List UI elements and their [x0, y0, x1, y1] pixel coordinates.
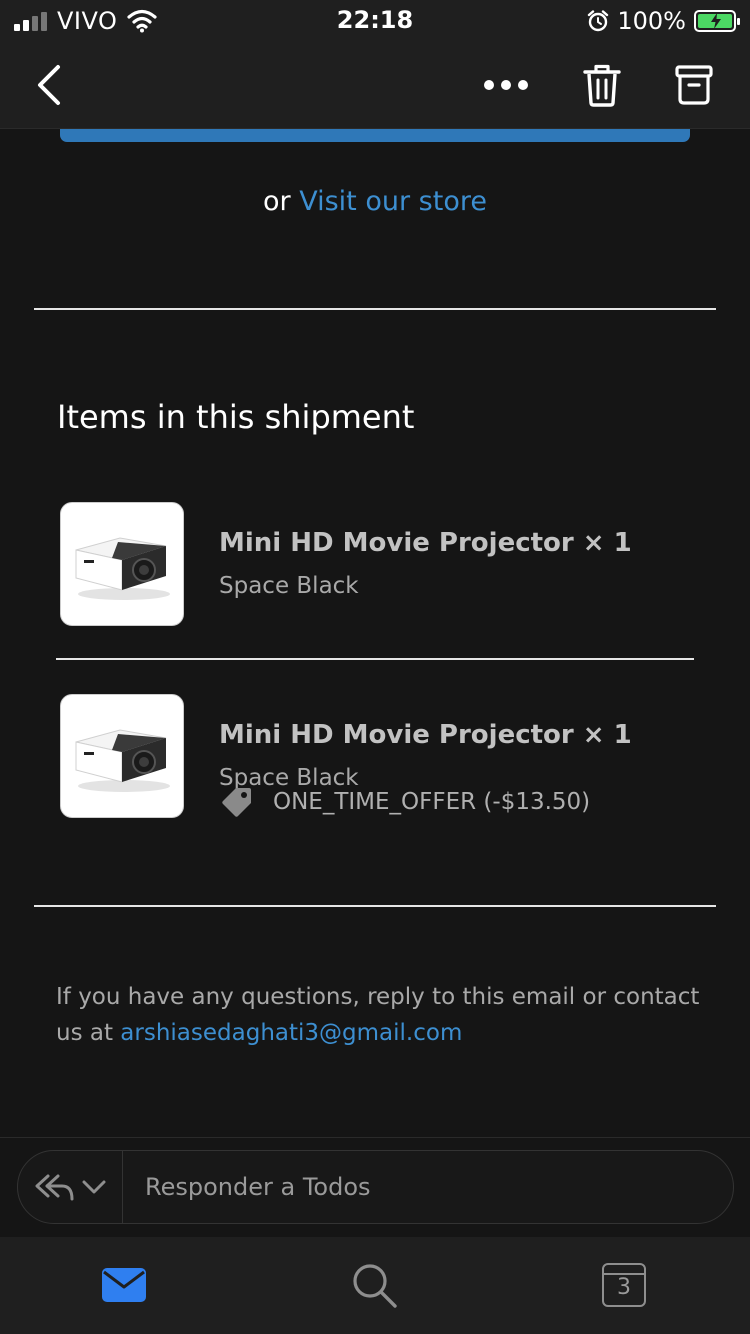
charging-bolt-icon — [711, 13, 721, 29]
projector-image — [75, 537, 170, 600]
trash-icon — [583, 64, 621, 107]
calendar-day: 3 — [617, 1274, 631, 1300]
footer-text: If you have any questions, reply to this… — [56, 979, 706, 1051]
product-thumbnail — [60, 694, 184, 818]
battery-percentage: 100% — [617, 7, 686, 35]
contact-email-link[interactable]: arshiasedaghati3@gmail.com — [120, 1020, 462, 1046]
reply-options-button[interactable] — [18, 1151, 123, 1223]
mail-icon — [102, 1268, 146, 1302]
archive-button[interactable] — [667, 58, 721, 112]
delete-button[interactable] — [575, 58, 629, 112]
reply-all-input[interactable]: Responder a Todos — [145, 1151, 371, 1223]
search-icon — [353, 1264, 397, 1308]
carrier-name: VIVO — [57, 7, 118, 35]
more-horizontal-icon — [484, 80, 528, 90]
tab-bar: 3 — [0, 1237, 750, 1334]
divider — [34, 905, 716, 907]
item-variant: Space Black — [219, 573, 359, 599]
status-bar: VIVO 22:18 100% — [0, 0, 750, 40]
tab-calendar[interactable]: 3 — [594, 1255, 654, 1315]
visit-store-link[interactable]: Visit our store — [299, 186, 487, 217]
battery-icon — [694, 10, 740, 32]
archive-icon — [675, 65, 713, 105]
email-body: or Visit our store Items in this shipmen… — [0, 129, 750, 1137]
item-title: Mini HD Movie Projector × 1 — [219, 720, 632, 750]
tab-mail[interactable] — [94, 1255, 154, 1315]
alarm-icon — [588, 10, 609, 32]
email-nav-bar — [0, 40, 750, 129]
item-discount: ONE_TIME_OFFER (-$13.50) — [219, 782, 590, 822]
chevron-left-icon — [38, 65, 60, 105]
calendar-icon: 3 — [602, 1263, 646, 1307]
status-left: VIVO — [14, 6, 157, 36]
more-button[interactable] — [479, 58, 533, 112]
reply-area: Responder a Todos — [0, 1137, 750, 1237]
section-title: Items in this shipment — [57, 398, 415, 436]
item-title: Mini HD Movie Projector × 1 — [219, 528, 632, 558]
tag-icon — [222, 788, 251, 817]
view-order-button[interactable] — [60, 129, 690, 142]
divider — [34, 308, 716, 310]
store-line: or Visit our store — [0, 186, 750, 217]
store-prefix: or — [263, 186, 300, 217]
chevron-down-icon — [82, 1180, 106, 1194]
reply-all-icon — [35, 1174, 74, 1201]
signal-strength-icon — [14, 11, 47, 31]
reply-bar[interactable]: Responder a Todos — [17, 1150, 734, 1224]
item-separator — [56, 658, 694, 660]
discount-code: ONE_TIME_OFFER (-$13.50) — [273, 789, 591, 815]
projector-image — [75, 729, 170, 792]
product-thumbnail — [60, 502, 184, 626]
back-button[interactable] — [22, 58, 76, 112]
wifi-icon — [127, 9, 157, 33]
status-right: 100% — [587, 6, 740, 36]
tab-search[interactable] — [344, 1255, 404, 1315]
